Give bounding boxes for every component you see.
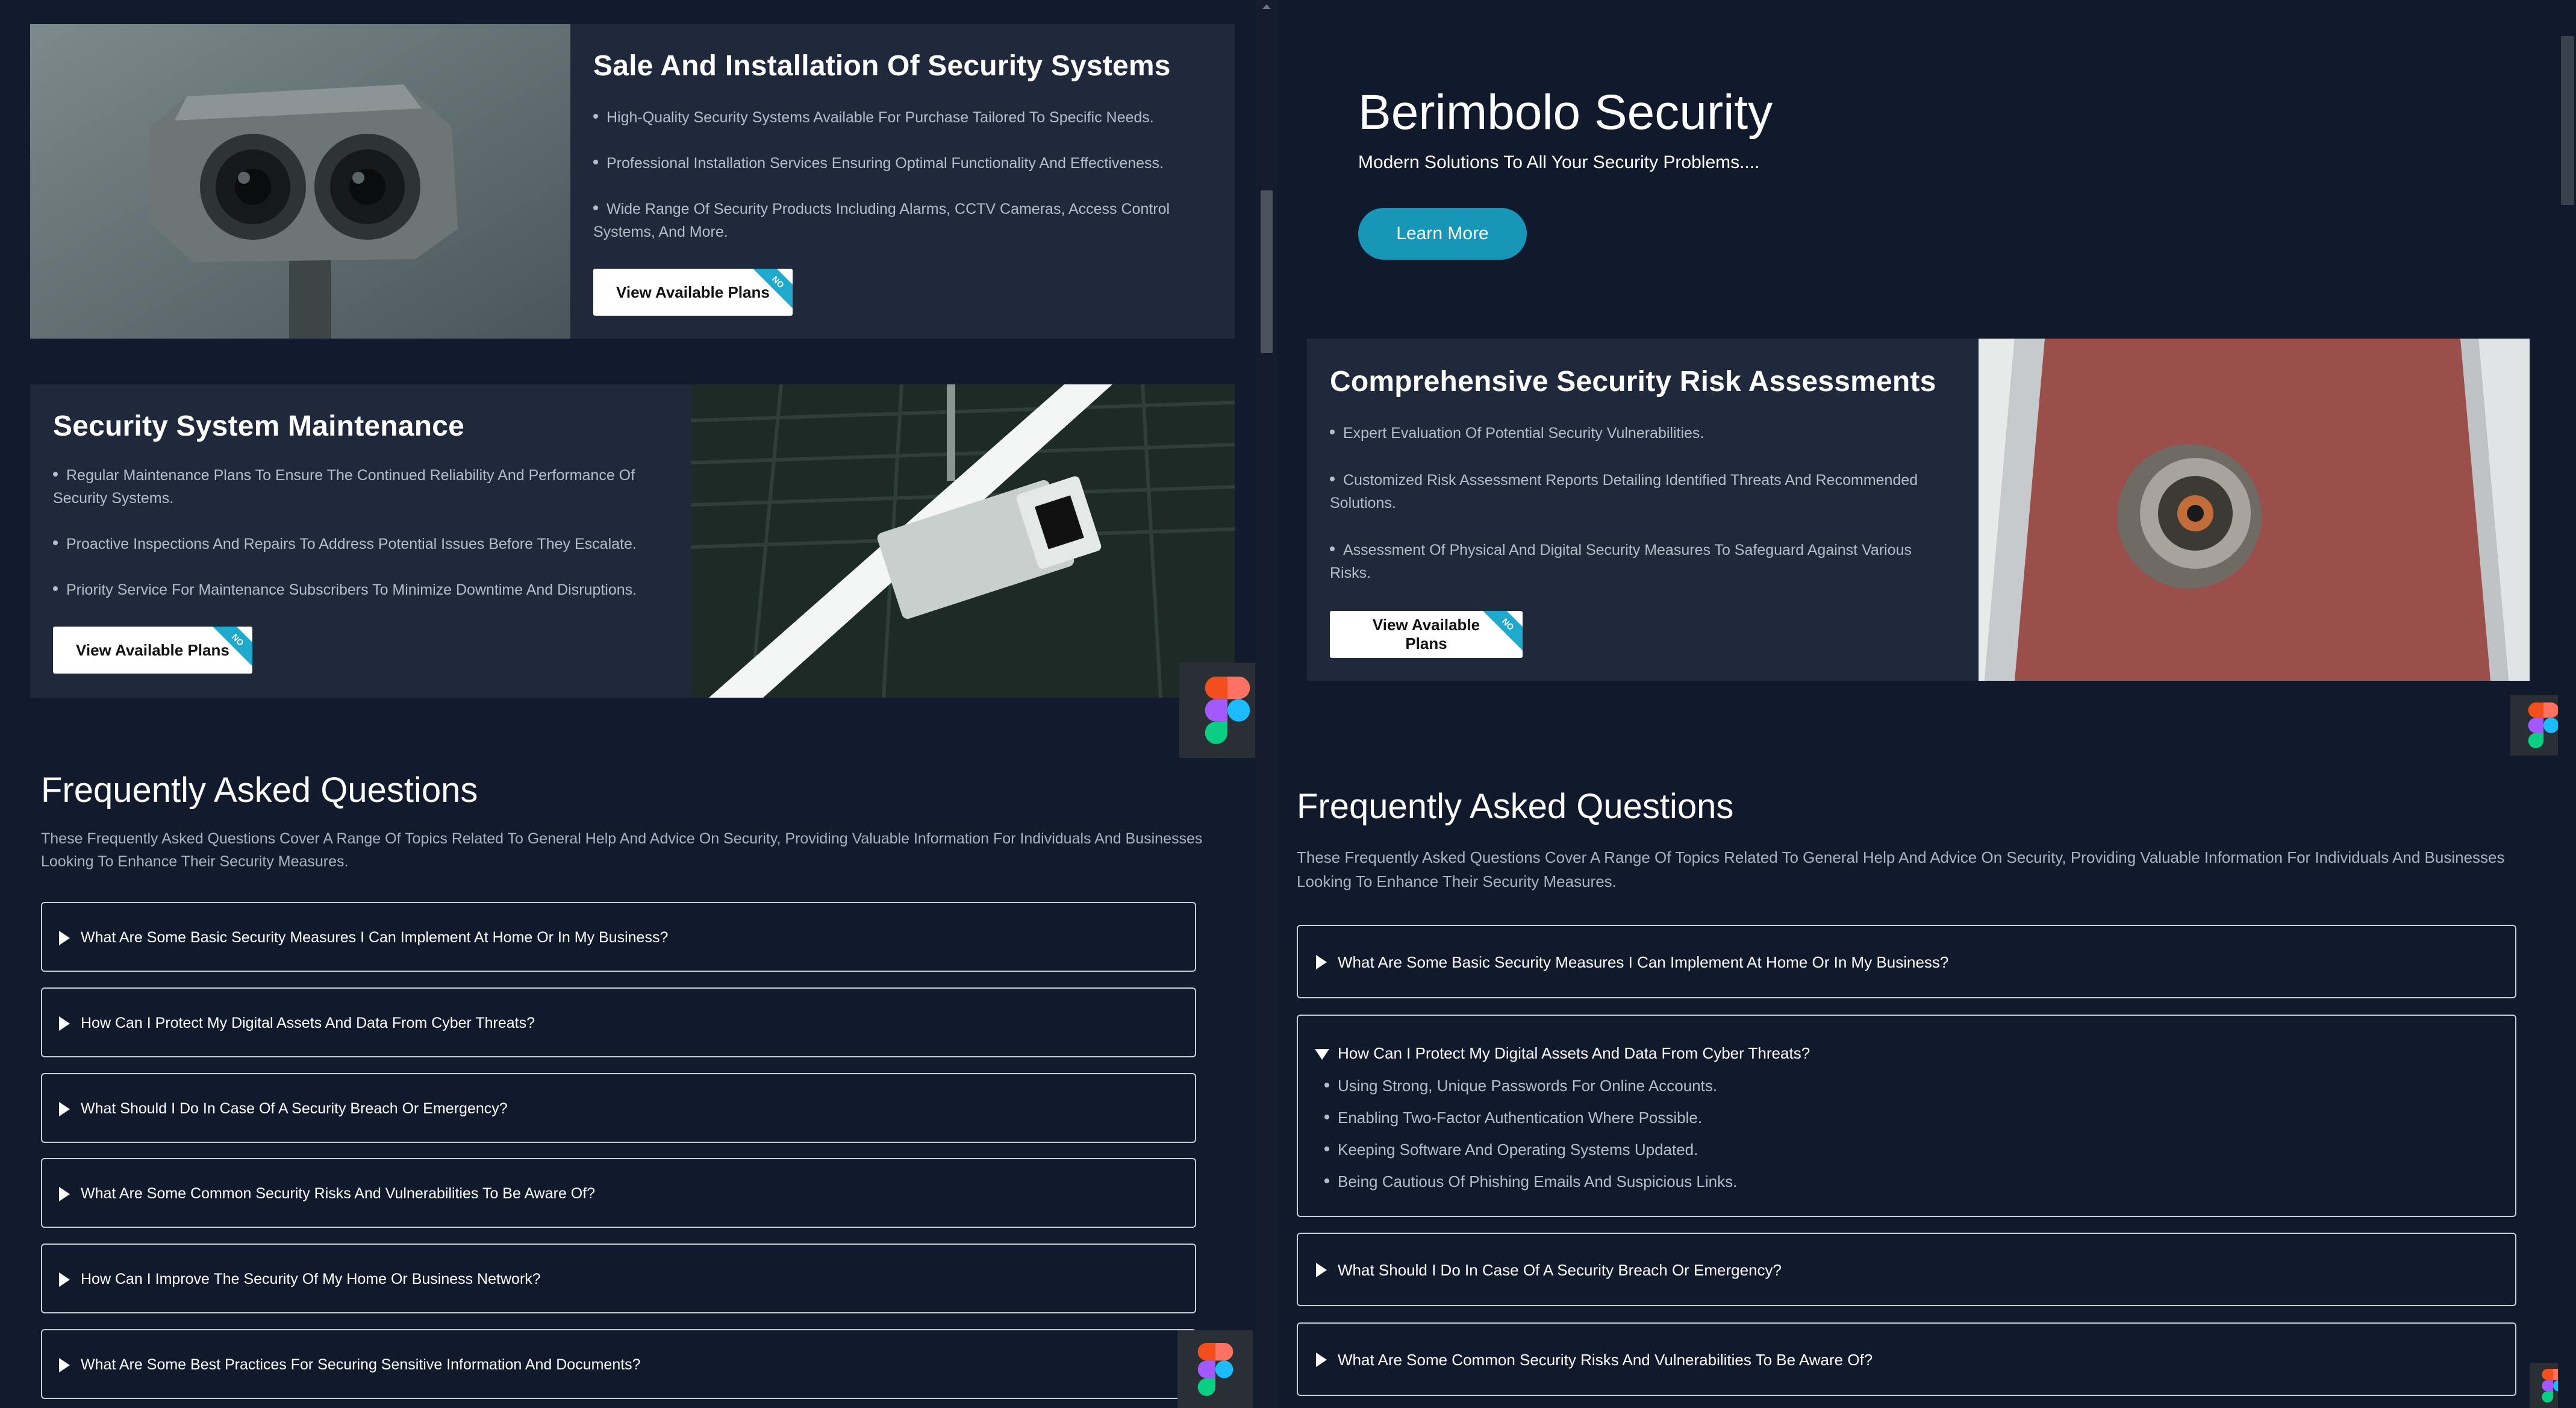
faq-item[interactable]: How Can I Protect My Digital Assets And … xyxy=(41,987,1196,1057)
left-scrollbar[interactable] xyxy=(1255,0,1277,1408)
left-preview-pane: Sale And Installation Of Security System… xyxy=(0,0,1277,1408)
list-item: High-Quality Security Systems Available … xyxy=(593,106,1220,129)
wall-camera-image xyxy=(1979,339,2530,681)
service-card-risk-assessment: Comprehensive Security Risk Assessments … xyxy=(1307,339,2530,681)
service-card-installation: Sale And Installation Of Security System… xyxy=(30,24,1235,339)
list-item: Priority Service For Maintenance Subscri… xyxy=(53,578,679,601)
bullet-dot xyxy=(1324,1147,1329,1152)
faq-question: What Are Some Common Security Risks And … xyxy=(1338,1351,1873,1369)
faq-description: These Frequently Asked Questions Cover A… xyxy=(41,830,1203,870)
list-item: Wide Range Of Security Products Includin… xyxy=(593,198,1220,221)
faq-item[interactable]: What Are Some Best Practices For Securin… xyxy=(41,1329,1196,1399)
list-item: Systems, And More. xyxy=(593,224,728,240)
card-bullet-list: Expert Evaluation Of Potential Security … xyxy=(1330,422,1992,584)
bullet-dot xyxy=(593,114,598,119)
figma-icon xyxy=(1197,1342,1233,1396)
bullet-dot xyxy=(1330,477,1335,482)
bullet-dot xyxy=(1324,1178,1329,1184)
list-item: Professional Installation Services Ensur… xyxy=(593,152,1220,175)
expand-triangle-icon xyxy=(59,1102,70,1116)
faq-question: What Should I Do In Case Of A Security B… xyxy=(81,1100,508,1117)
faq-question: How Can I Protect My Digital Assets And … xyxy=(81,1015,535,1031)
right-scrollbar[interactable] xyxy=(2558,0,2576,1408)
card-bullet-list: High-Quality Security Systems Available … xyxy=(593,106,1220,243)
list-item: Assessment Of Physical And Digital Secur… xyxy=(1330,539,1992,562)
collapse-triangle-icon xyxy=(1315,1049,1329,1060)
faq-item[interactable]: What Should I Do In Case Of A Security B… xyxy=(41,1073,1196,1143)
ceiling-camera-image xyxy=(691,384,1235,698)
faq-title: Frequently Asked Questions xyxy=(1297,787,1734,826)
list-item: Security Systems. xyxy=(53,490,174,507)
faq-item[interactable]: What Are Some Basic Security Measures I … xyxy=(41,902,1196,972)
bullet-dot xyxy=(53,586,58,592)
card-title: Security System Maintenance xyxy=(53,410,465,442)
binoculars-image xyxy=(30,24,570,339)
faq-question: What Are Some Best Practices For Securin… xyxy=(81,1356,641,1373)
figma-icon xyxy=(1205,677,1250,744)
expand-triangle-icon xyxy=(59,1272,70,1287)
learn-more-button[interactable]: Learn More xyxy=(1358,208,1527,260)
bullet-dot xyxy=(1324,1083,1329,1088)
expand-triangle-icon xyxy=(1316,1353,1327,1367)
list-item: Customized Risk Assessment Reports Detai… xyxy=(1330,469,1992,492)
bullet-dot xyxy=(593,205,598,211)
faq-question: What Should I Do In Case Of A Security B… xyxy=(1338,1261,1782,1279)
faq-answer-list: Using Strong, Unique Passwords For Onlin… xyxy=(1324,1070,1737,1198)
expand-triangle-icon xyxy=(1316,955,1327,969)
card-title: Comprehensive Security Risk Assessments xyxy=(1330,366,1936,398)
view-available-plans-button[interactable]: View Available Plans NO xyxy=(1330,611,1523,658)
list-item: Risks. xyxy=(1330,565,1371,581)
bullet-dot xyxy=(53,472,58,477)
faq-item[interactable]: How Can I Improve The Security Of My Hom… xyxy=(41,1244,1196,1313)
ceiling-camera-photo xyxy=(691,384,1235,698)
list-item: Keeping Software And Operating Systems U… xyxy=(1324,1134,1737,1166)
expand-triangle-icon xyxy=(59,931,70,945)
hero-title: Berimbolo Security xyxy=(1358,85,1773,140)
bullet-dot xyxy=(53,540,58,546)
view-available-plans-button[interactable]: View Available Plans NO xyxy=(593,269,793,316)
faq-item[interactable]: What Are Some Common Security Risks And … xyxy=(41,1158,1196,1228)
expand-triangle-icon xyxy=(59,1187,70,1201)
card-title: Sale And Installation Of Security System… xyxy=(593,50,1171,82)
service-card-maintenance: Security System Maintenance Regular Main… xyxy=(30,384,1235,698)
figma-icon xyxy=(2528,702,2559,748)
faq-question: What Are Some Basic Security Measures I … xyxy=(1338,953,1949,971)
list-item: Proactive Inspections And Repairs To Add… xyxy=(53,533,679,555)
scroll-up-arrow-icon[interactable] xyxy=(1261,2,1273,11)
bullet-dot xyxy=(1330,546,1335,552)
list-item: Enabling Two-Factor Authentication Where… xyxy=(1324,1102,1737,1134)
wall-camera-photo xyxy=(1979,339,2530,681)
left-scrollbar-thumb[interactable] xyxy=(1261,190,1273,353)
right-scrollbar-thumb[interactable] xyxy=(2561,36,2574,205)
right-preview-pane: Berimbolo Security Modern Solutions To A… xyxy=(1277,0,2576,1408)
expand-triangle-icon xyxy=(59,1016,70,1031)
bullet-dot xyxy=(593,160,598,165)
list-item: Being Cautious Of Phishing Emails And Su… xyxy=(1324,1166,1737,1198)
bullet-dot xyxy=(1330,430,1335,435)
view-available-plans-button[interactable]: View Available Plans NO xyxy=(53,627,252,674)
list-item: Using Strong, Unique Passwords For Onlin… xyxy=(1324,1070,1737,1102)
faq-item[interactable]: What Should I Do In Case Of A Security B… xyxy=(1297,1233,2516,1306)
faq-description: These Frequently Asked Questions Cover A… xyxy=(1297,848,2505,890)
list-item: Regular Maintenance Plans To Ensure The … xyxy=(53,464,679,487)
bullet-dot xyxy=(1324,1115,1329,1120)
expand-triangle-icon xyxy=(1316,1263,1327,1277)
hero-subtitle: Modern Solutions To All Your Security Pr… xyxy=(1358,152,1760,172)
faq-question: How Can I Improve The Security Of My Hom… xyxy=(81,1271,541,1288)
figma-badge[interactable] xyxy=(1177,1330,1253,1408)
faq-item[interactable]: What Are Some Basic Security Measures I … xyxy=(1297,925,2516,998)
binoculars-photo xyxy=(30,24,570,339)
faq-question: What Are Some Basic Security Measures I … xyxy=(81,929,669,946)
card-bullet-list: Regular Maintenance Plans To Ensure The … xyxy=(53,464,679,601)
faq-item[interactable]: What Are Some Common Security Risks And … xyxy=(1297,1322,2516,1396)
expand-triangle-icon xyxy=(59,1358,70,1372)
list-item: Solutions. xyxy=(1330,495,1396,512)
faq-question: What Are Some Common Security Risks And … xyxy=(81,1185,596,1202)
faq-item-expanded[interactable]: How Can I Protect My Digital Assets And … xyxy=(1297,1015,2516,1217)
faq-question: How Can I Protect My Digital Assets And … xyxy=(1338,1044,1810,1062)
faq-title: Frequently Asked Questions xyxy=(41,771,478,810)
list-item: Expert Evaluation Of Potential Security … xyxy=(1330,422,1992,445)
